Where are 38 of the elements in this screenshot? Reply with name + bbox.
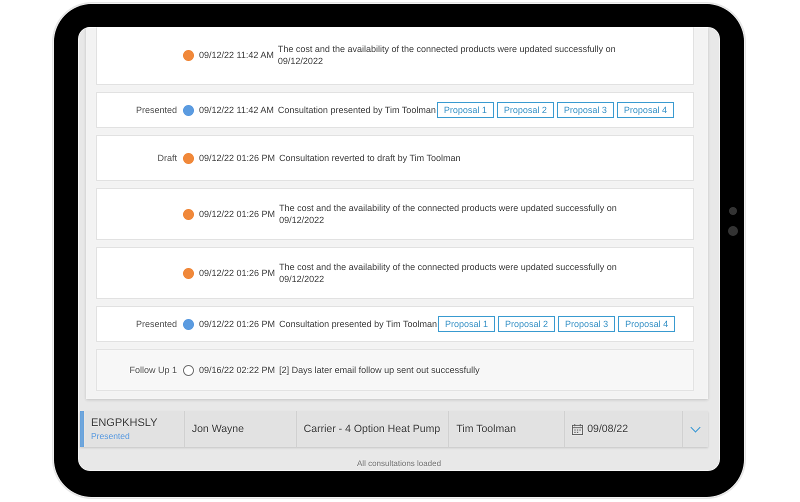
proposal-link[interactable]: Proposal 3 <box>558 316 616 332</box>
entry-message: Consultation presented by Tim Toolman <box>279 318 437 330</box>
consultation-status: Presented <box>91 431 130 441</box>
rep-name: Tim Toolman <box>456 423 516 435</box>
product-name: Carrier - 4 Option Heat Pump <box>304 423 440 435</box>
load-status: All consultations loaded <box>356 459 442 468</box>
entry-message: The cost and the availability of the connected products were updated successfully on 09/12/2022 <box>278 42 617 68</box>
consultation-row[interactable]: ENGPKHSLY Presented Jon Wayne Carrier - 4 Option Heat Pump Tim Toolman 09/08/22 <box>80 411 708 447</box>
entry-time: 09/12/22 11:42 AM <box>199 50 274 60</box>
status-label: Follow Up 1 <box>129 365 177 375</box>
entry-time: 09/12/22 01:26 PM <box>199 209 276 219</box>
entry-time: 09/12/22 01:26 PM <box>199 268 276 278</box>
entry-message: The cost and the availability of the connected products were updated successfully on 09/12/2022 <box>279 202 618 226</box>
status-label: Draft <box>157 153 177 163</box>
calendar-icon <box>572 424 584 434</box>
status-label: Presented <box>136 105 177 115</box>
customer-name: Jon Wayne <box>192 423 244 435</box>
camera-icon <box>728 226 738 236</box>
entry-message: Consultation reverted to draft by Tim Toolman <box>279 152 460 164</box>
entry-message: The cost and the availability of the connected products were updated successfully on 09/12/2022 <box>279 260 618 286</box>
entry-time: 09/12/22 01:26 PM <box>199 153 276 163</box>
entry-message: [2] Days later email follow up sent out successfully <box>279 364 480 376</box>
proposal-link[interactable]: Proposal 4 <box>616 102 674 118</box>
proposal-link[interactable]: Proposal 1 <box>436 102 494 118</box>
proposal-link[interactable]: Proposal 3 <box>556 102 614 118</box>
entry-message: Consultation presented by Tim Toolman <box>278 104 436 116</box>
consultation-date: 09/08/22 <box>587 423 628 435</box>
proposal-link[interactable]: Proposal 2 <box>498 316 556 332</box>
proposal-link[interactable]: Proposal 4 <box>618 316 676 332</box>
proposal-link[interactable]: Proposal 1 <box>438 316 496 332</box>
entry-time: 09/12/22 01:26 PM <box>199 319 276 329</box>
proposal-link[interactable]: Proposal 2 <box>496 102 554 118</box>
entry-time: 09/16/22 02:22 PM <box>199 365 276 375</box>
camera-icon <box>729 207 737 215</box>
chevron-icon[interactable] <box>690 426 701 432</box>
consultation-code: ENGPKHSLY <box>91 417 158 429</box>
status-label: Presented <box>136 319 177 329</box>
entry-time: 09/12/22 11:42 AM <box>199 105 274 115</box>
